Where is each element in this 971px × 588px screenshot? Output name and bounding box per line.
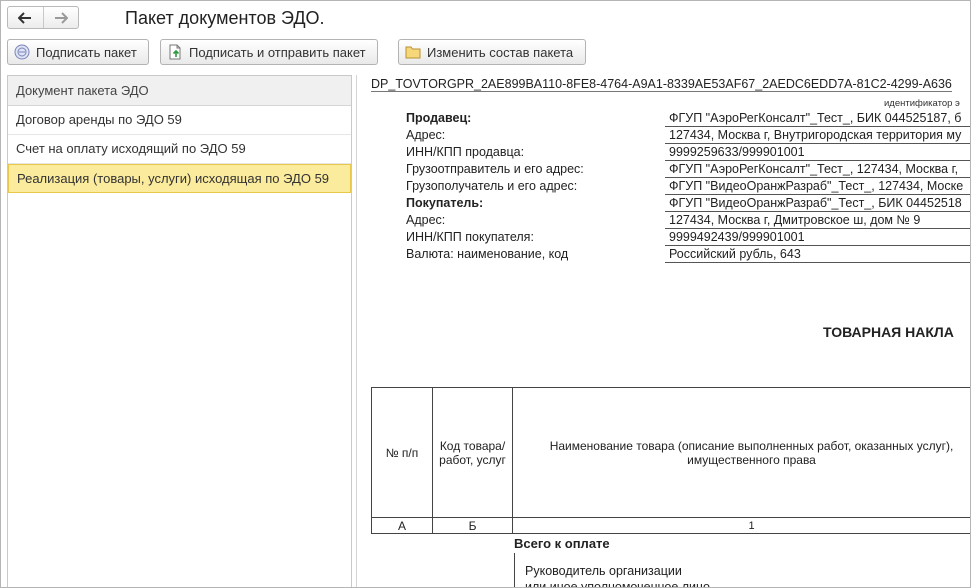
sign-package-label: Подписать пакет [36, 44, 137, 60]
total-label: Всего к оплате [514, 536, 610, 551]
sign-and-send-label: Подписать и отправить пакет [189, 44, 366, 60]
buyer-value: ФГУП "ВидеоОранжРазраб"_Тест_, БИК 04452… [665, 196, 970, 212]
buyer-address-value: 127434, Москва г, Дмитровское ш, дом № 9 [665, 213, 970, 229]
buyer-inn-label: ИНН/КПП покупателя: [406, 230, 534, 244]
list-item-selected[interactable]: Реализация (товары, услуги) исходящая по… [8, 164, 351, 193]
arrow-right-icon [54, 11, 68, 24]
shipper-label: Грузоотправитель и его адрес: [406, 162, 584, 176]
sign-package-button[interactable]: Подписать пакет [7, 39, 149, 65]
sign-and-send-button[interactable]: Подписать и отправить пакет [160, 39, 378, 65]
buyer-address-label: Адрес: [406, 213, 446, 227]
sign-icon [14, 44, 30, 60]
document-preview[interactable]: DP_TOVTORGPR_2AE899BA110-8FE8-4764-A9A1-… [357, 75, 970, 588]
list-header[interactable]: Документ пакета ЭДО [8, 76, 351, 106]
document-id: DP_TOVTORGPR_2AE899BA110-8FE8-4764-A9A1-… [371, 77, 952, 92]
buyer-label: Покупатель: [406, 196, 484, 210]
col-name-code: 1 [512, 517, 970, 534]
package-documents-list: Документ пакета ЭДО Договор аренды по ЭД… [7, 75, 352, 587]
seller-value: ФГУП "АэроРегКонсалт"_Тест_, БИК 0445251… [665, 111, 970, 127]
shipper-value: ФГУП "АэроРегКонсалт"_Тест_, 127434, Мос… [665, 162, 970, 178]
goods-table: № п/п Код товара/ работ, услуг Наименова… [371, 387, 970, 534]
window-title: Пакет документов ЭДО. [125, 8, 325, 28]
change-package-button[interactable]: Изменить состав пакета [398, 39, 586, 65]
signature-line-2: или иное уполномоченное лицо [525, 580, 711, 588]
list-item[interactable]: Счет на оплату исходящий по ЭДО 59 [8, 135, 351, 164]
document-hint: идентификатор э [884, 98, 960, 109]
window: Пакет документов ЭДО. Подписать пакет По… [0, 0, 971, 588]
list-item[interactable]: Договор аренды по ЭДО 59 [8, 106, 351, 135]
send-document-icon [167, 44, 183, 60]
document-title: ТОВАРНАЯ НАКЛА [823, 324, 954, 340]
seller-address-label: Адрес: [406, 128, 446, 142]
currency-label: Валюта: наименование, код [406, 247, 569, 261]
change-package-label: Изменить состав пакета [427, 44, 574, 60]
col-number-header: № п/п [371, 387, 433, 518]
seller-label: Продавец: [406, 111, 472, 125]
col-code-code: Б [432, 517, 513, 534]
forward-button[interactable] [42, 7, 79, 28]
col-code-header: Код товара/ работ, услуг [432, 387, 513, 518]
buyer-inn-value: 9999492439/999901001 [665, 230, 970, 246]
signature-line-1: Руководитель организации [525, 564, 682, 578]
seller-inn-label: ИНН/КПП продавца: [406, 145, 525, 159]
nav-buttons [7, 6, 79, 29]
consignee-label: Грузополучатель и его адрес: [406, 179, 578, 193]
folder-icon [405, 44, 421, 60]
col-number-code: А [371, 517, 433, 534]
currency-value: Российский рубль, 643 [665, 247, 970, 263]
seller-address-value: 127434, Москва г, Внутригородская террит… [665, 128, 970, 144]
col-name-header: Наименование товара (описание выполненны… [512, 387, 970, 518]
arrow-left-icon [18, 11, 32, 24]
seller-inn-value: 9999259633/999901001 [665, 145, 970, 161]
signature-divider [514, 553, 515, 587]
consignee-value: ФГУП "ВидеоОранжРазраб"_Тест_, 127434, М… [665, 179, 970, 195]
back-button[interactable] [8, 7, 43, 28]
